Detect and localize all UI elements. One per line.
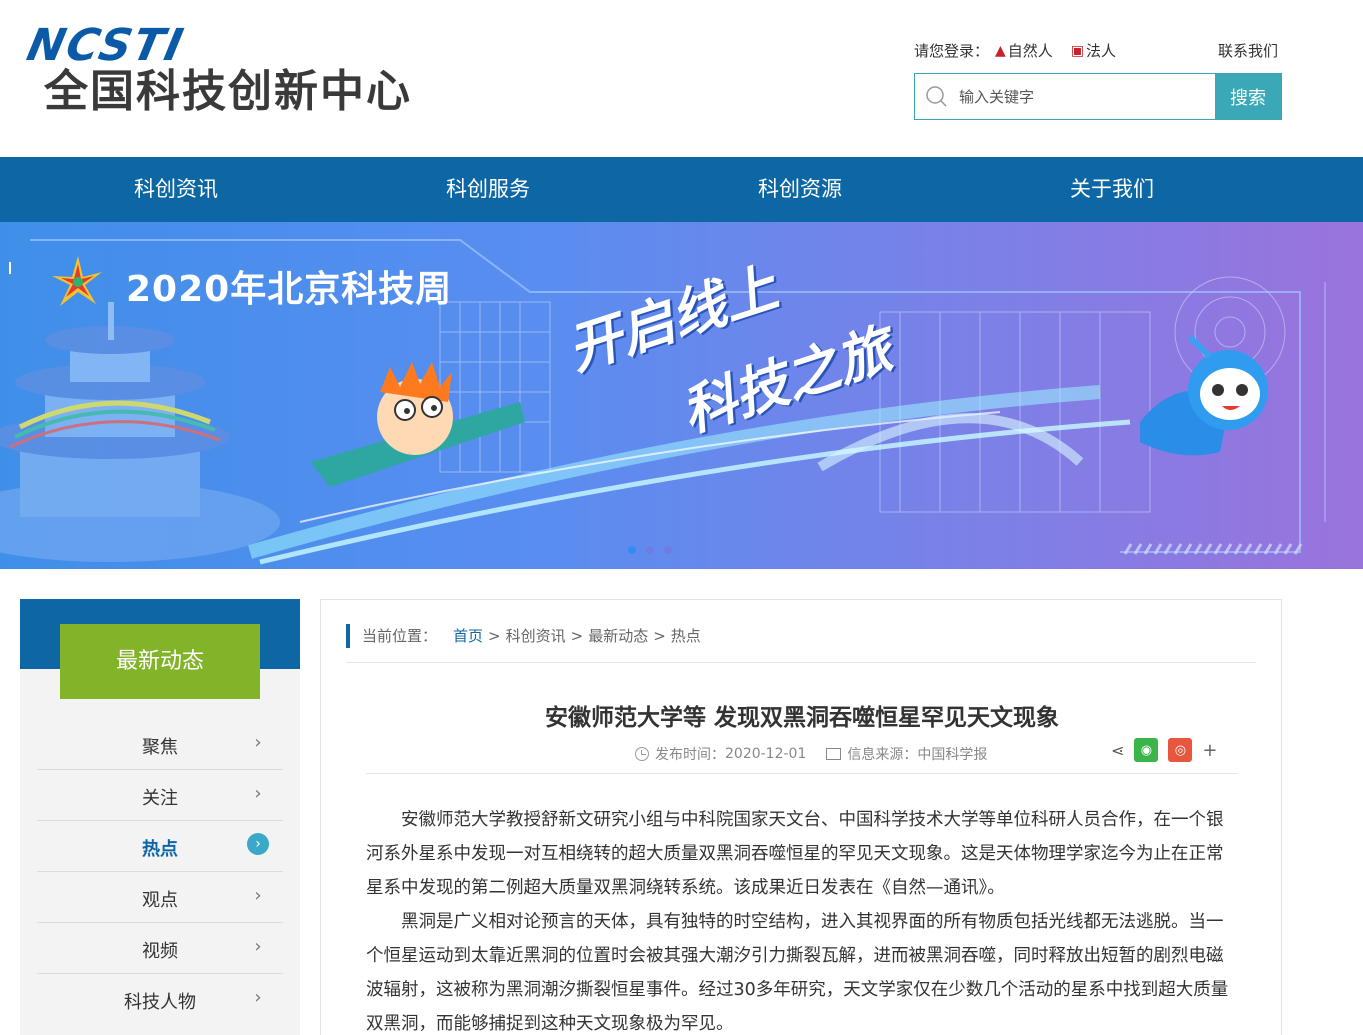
search-input[interactable]	[959, 74, 1215, 119]
sidebar-item-video[interactable]: 视频 ›	[37, 923, 283, 974]
chevron-right-icon: ›	[254, 731, 262, 753]
nav-item-about[interactable]: 关于我们	[956, 157, 1268, 222]
banner-pagination	[628, 546, 682, 554]
article-title: 安徽师范大学等 发现双黑洞吞噬恒星罕见天文现象	[544, 705, 1059, 731]
login-natural-person-link[interactable]: ▲ 自然人	[995, 40, 1053, 61]
login-label: 请您登录：	[914, 42, 990, 60]
article-meta: 发布时间： 2020-12-01 信息来源： 中国科学报	[635, 744, 987, 764]
article-panel: 当前位置： 首页 > 科创资讯 > 最新动态 > 热点 安徽师范大学等 发现双黑…	[320, 599, 1282, 1035]
breadcrumb-latest-link[interactable]: 最新动态	[588, 624, 648, 648]
article-body: 安徽师范大学教授舒新文研究小组与中科院国家天文台、中国科学技术大学等单位科研人员…	[366, 803, 1236, 1035]
chevron-right-icon: ›	[254, 935, 262, 957]
clock-icon	[635, 747, 649, 761]
chevron-right-icon: ›	[254, 782, 262, 804]
contact-us-link[interactable]: 联系我们	[1218, 40, 1278, 61]
share-bar: ⋖ ◉ ◎ +	[1111, 738, 1218, 762]
chevron-right-icon: ›	[254, 986, 262, 1008]
divider	[346, 662, 1256, 663]
logo-mark[interactable]: NCSTI	[23, 20, 189, 71]
breadcrumb-separator: >	[488, 627, 501, 645]
sidebar-item-label: 热点	[142, 839, 178, 860]
sidebar-menu: 聚焦 › 关注 › 热点 › 观点 › 视频 › 科技人物 ›	[37, 719, 283, 1025]
wechat-share-icon[interactable]: ◉	[1134, 738, 1159, 762]
sidebar-title: 最新动态	[60, 624, 260, 699]
search-button[interactable]: 搜索	[1215, 74, 1281, 119]
weibo-share-icon[interactable]: ◎	[1168, 738, 1193, 762]
breadcrumb-hotspot-link[interactable]: 热点	[671, 624, 701, 648]
login-legal-person-label: 法人	[1086, 42, 1117, 60]
banner-dot-2[interactable]	[646, 546, 654, 554]
login-bar: 请您登录： ▲ 自然人 ▣ 法人	[914, 40, 1134, 61]
search-icon	[915, 74, 959, 119]
breadcrumb-news-link[interactable]: 科创资讯	[506, 624, 566, 648]
site-header: NCSTI 全国科技创新中心 请您登录： ▲ 自然人 ▣ 法人 联系我们 搜索	[0, 0, 1363, 157]
main-nav: 科创资讯 科创服务 科创资源 关于我们	[0, 157, 1363, 222]
breadcrumb-separator: >	[653, 627, 666, 645]
more-share-icon[interactable]: +	[1202, 740, 1217, 761]
banner-dot-3[interactable]	[664, 546, 672, 554]
divider	[366, 773, 1238, 774]
sidebar-item-people[interactable]: 科技人物 ›	[37, 974, 283, 1025]
login-natural-person-label: 自然人	[1007, 42, 1053, 60]
banner-dot-1[interactable]	[628, 546, 636, 554]
search-box: 搜索	[914, 73, 1282, 120]
nav-item-services[interactable]: 科创服务	[332, 157, 644, 222]
share-icon[interactable]: ⋖	[1111, 741, 1124, 760]
source-icon	[826, 748, 842, 760]
publish-label: 发布时间：	[655, 747, 725, 763]
sidebar-item-viewpoint[interactable]: 观点 ›	[37, 872, 283, 923]
publish-date: 2020-12-01	[725, 746, 807, 762]
banner-title: 2020年北京科技周	[126, 269, 453, 310]
source-value: 中国科学报	[917, 747, 988, 763]
sidebar-item-focus[interactable]: 聚焦 ›	[37, 719, 283, 770]
person-icon: ▲	[995, 42, 1006, 59]
organization-icon: ▣	[1070, 42, 1085, 59]
site-title[interactable]: 全国科技创新中心	[44, 70, 412, 114]
breadcrumb-separator: >	[570, 627, 584, 645]
breadcrumb-label: 当前位置：	[362, 627, 438, 645]
breadcrumb-home-link[interactable]: 首页	[453, 624, 483, 648]
article-paragraph: 安徽师范大学教授舒新文研究小组与中科院国家天文台、中国科学技术大学等单位科研人员…	[366, 810, 1224, 898]
chevron-right-icon: ›	[254, 884, 262, 906]
breadcrumb: 当前位置： 首页 > 科创资讯 > 最新动态 > 热点	[346, 624, 701, 648]
article-paragraph: 黑洞是广义相对论预言的天体，具有独特的时空结构，进入其视界面的所有物质包括光线都…	[366, 912, 1229, 1034]
nav-item-news[interactable]: 科创资讯	[20, 157, 332, 222]
source-label: 信息来源：	[847, 747, 918, 763]
chevron-right-circle-icon: ›	[247, 833, 269, 855]
nav-item-resources[interactable]: 科创资源	[644, 157, 956, 222]
sidebar-item-attention[interactable]: 关注 ›	[37, 770, 283, 821]
sidebar-item-hotspot[interactable]: 热点 ›	[37, 821, 283, 872]
hero-banner[interactable]: 2020年北京科技周 开启线上 科技之旅	[0, 222, 1363, 569]
sidebar: 最新动态 聚焦 › 关注 › 热点 › 观点 › 视频 › 科技人物 ›	[20, 599, 300, 1035]
login-legal-person-link[interactable]: ▣ 法人	[1071, 40, 1116, 61]
